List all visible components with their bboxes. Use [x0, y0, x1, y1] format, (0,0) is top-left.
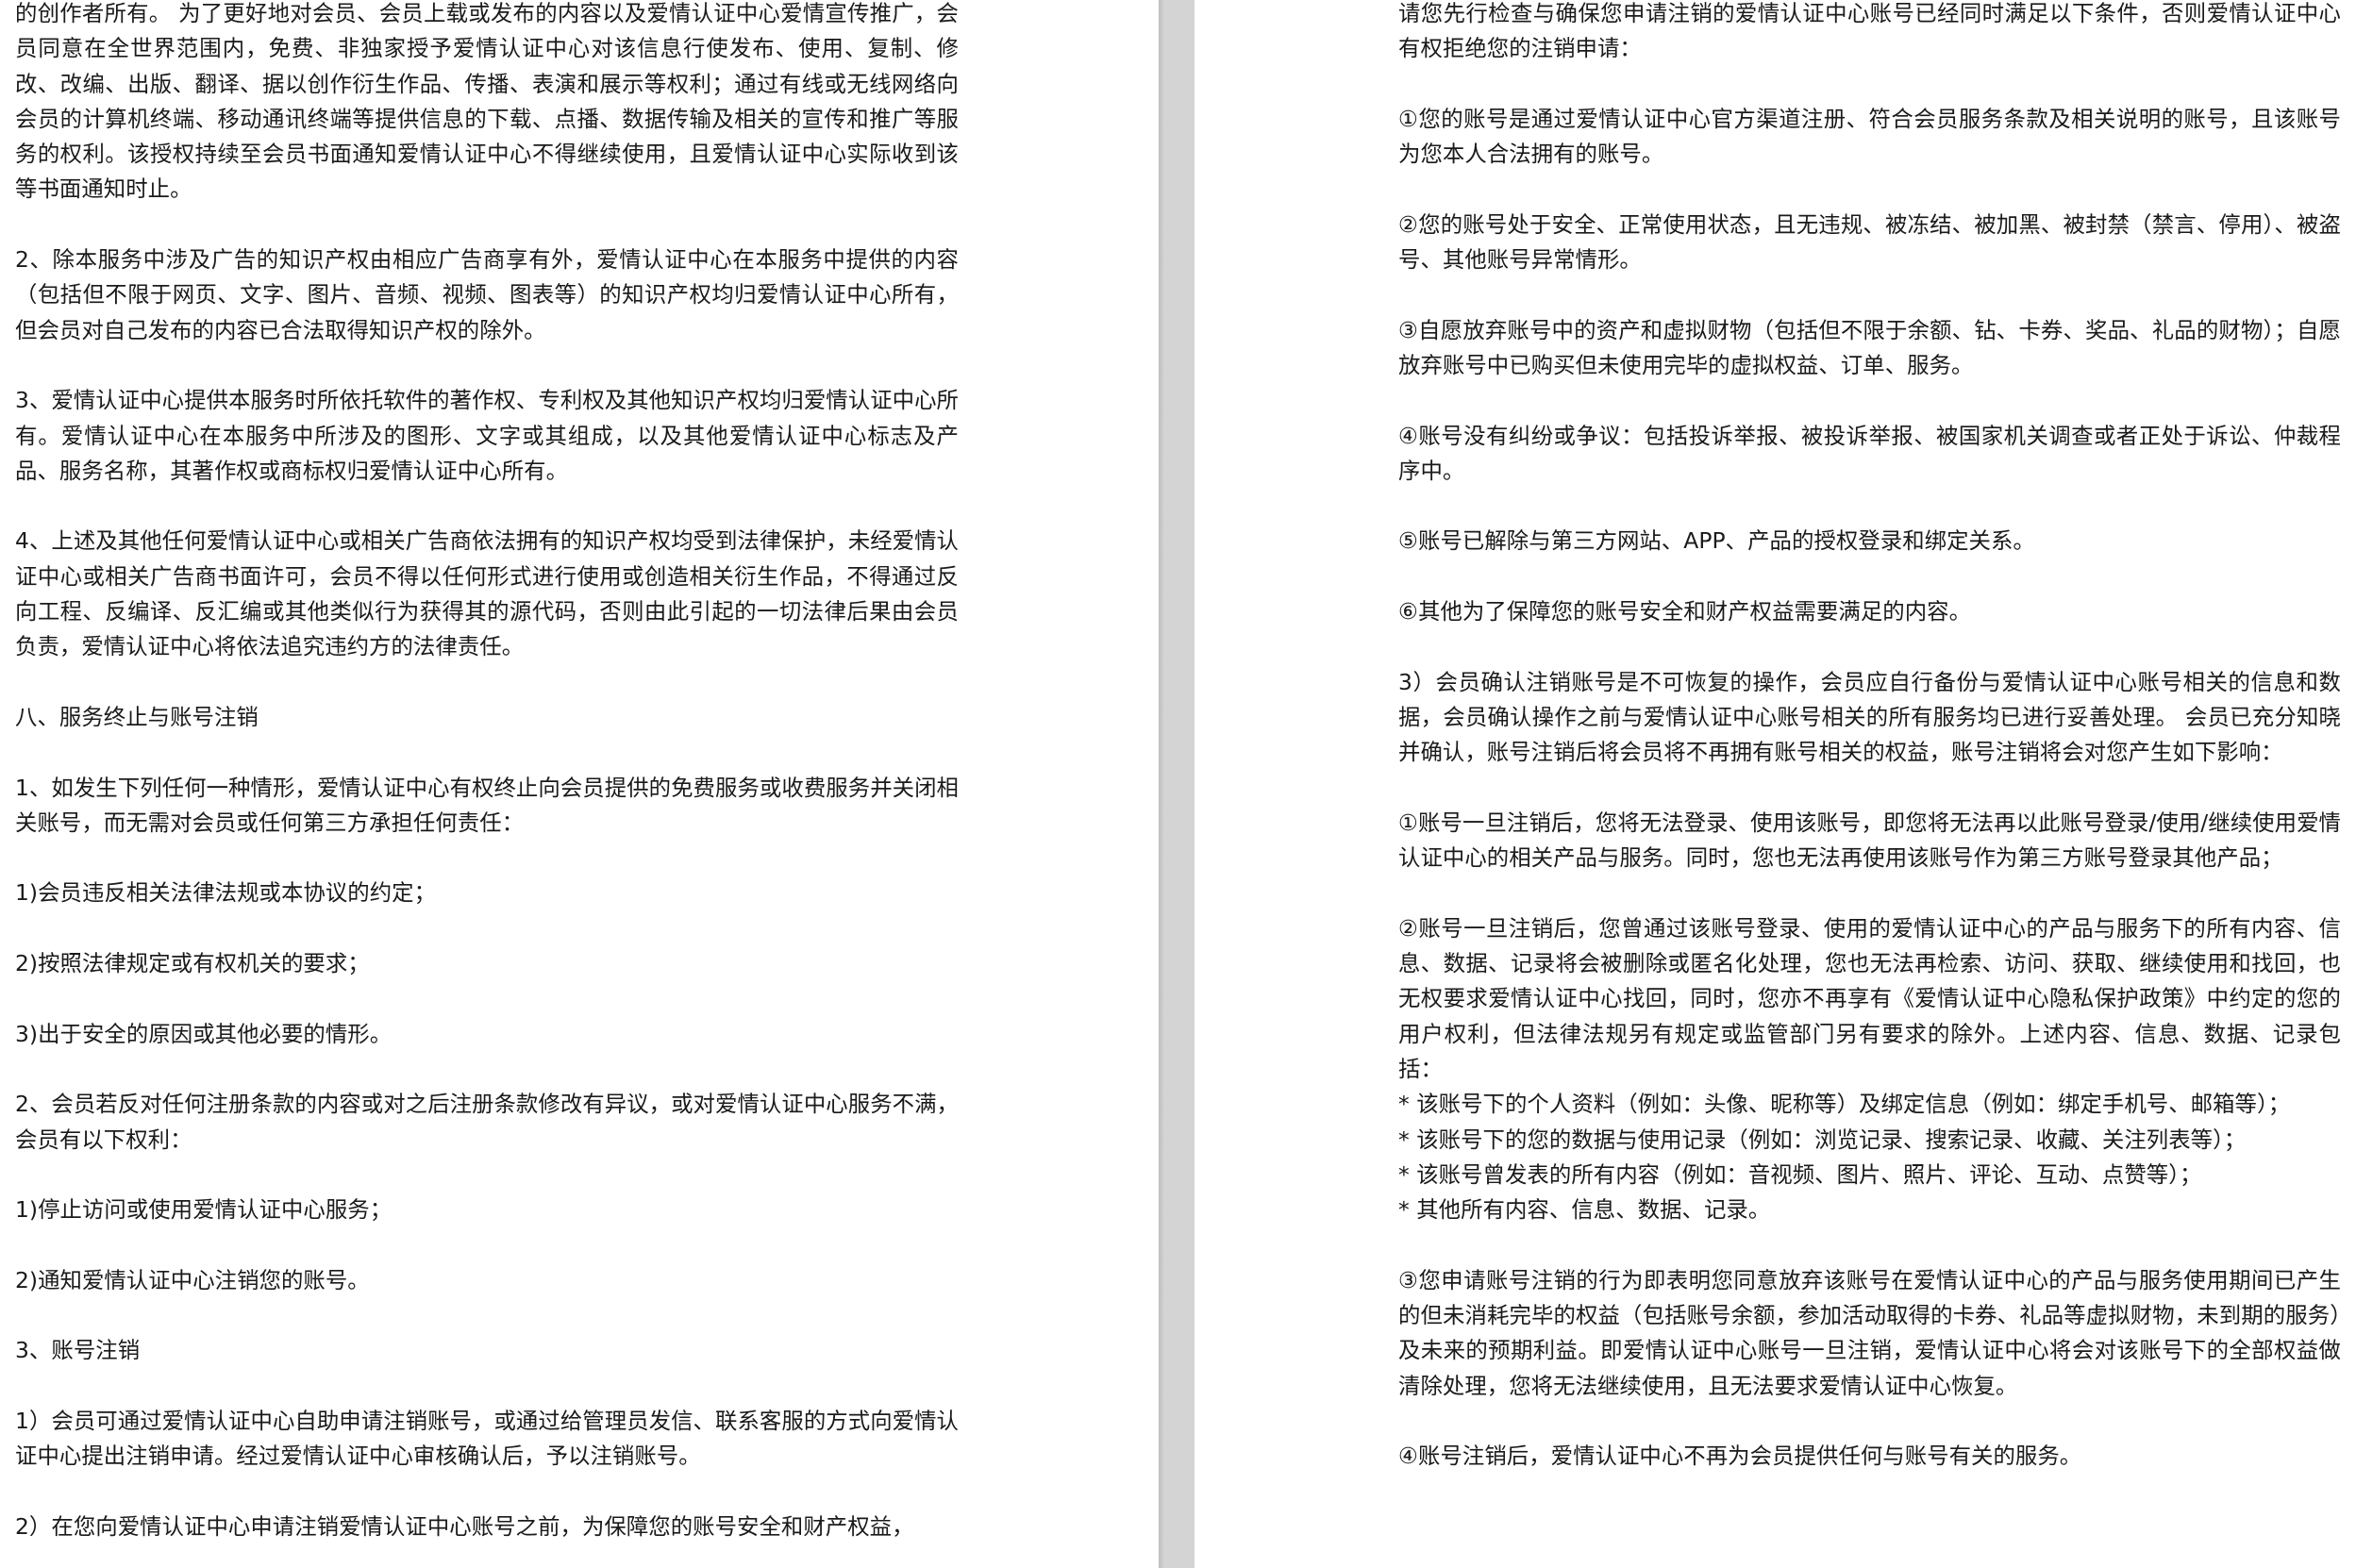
paragraph: 4、上述及其他任何爱情认证中心或相关广告商依法拥有的知识产权均受到法律保护，未经…: [15, 527, 959, 660]
bullet-item: * 该账号下的个人资料（例如：头像、昵称等）及绑定信息（例如：绑定手机号、邮箱等…: [1398, 1091, 2291, 1118]
list-item: 2)按照法律规定或有权机关的要求；: [15, 950, 370, 977]
list-item: 1)停止访问或使用爱情认证中心服务；: [15, 1196, 393, 1224]
paragraph: 请您先行检查与确保您申请注销的爱情认证中心账号已经同时满足以下条件，否则爱情认证…: [1398, 0, 2341, 62]
paragraph: 1）会员可通过爱情认证中心自助申请注销账号，或通过给管理员发信、联系客服的方式向…: [15, 1407, 959, 1470]
paragraph: 3）会员确认注销账号是不可恢复的操作，会员应自行备份与爱情认证中心账号相关的信息…: [1398, 668, 2341, 766]
condition-item: ⑥其他为了保障您的账号安全和财产权益需要满足的内容。: [1398, 598, 1972, 626]
subsection-heading: 3、账号注销: [15, 1337, 141, 1364]
paragraph: 的创作者所有。 为了更好地对会员、会员上载或发布的内容以及爱情认证中心爱情宣传推…: [15, 0, 959, 203]
section-heading: 八、服务终止与账号注销: [15, 703, 259, 730]
condition-item: ②您的账号处于安全、正常使用状态，且无违规、被冻结、被加黑、被封禁（禁言、停用）…: [1398, 210, 2341, 274]
paragraph: 2）在您向爱情认证中心申请注销爱情认证中心账号之前，为保障您的账号安全和财产权益…: [15, 1512, 914, 1540]
page-text-flow: 的创作者所有。 为了更好地对会员、会员上载或发布的内容以及爱情认证中心爱情宣传推…: [15, 0, 959, 1544]
document-viewer: 的创作者所有。 为了更好地对会员、会员上载或发布的内容以及爱情认证中心爱情宣传推…: [0, 0, 2356, 1568]
paragraph: 1、如发生下列任何一种情形，爱情认证中心有权终止向会员提供的免费服务或收费服务并…: [15, 774, 959, 836]
document-page-right: 请您先行检查与确保您申请注销的爱情认证中心账号已经同时满足以下条件，否则爱情认证…: [1195, 0, 2356, 1568]
paragraph: 3、爱情认证中心提供本服务时所依托软件的著作权、专利权及其他知识产权均归爱情认证…: [15, 387, 959, 484]
bullet-item: * 该账号下的您的数据与使用记录（例如：浏览记录、搜索记录、收藏、关注列表等）；: [1398, 1126, 2247, 1153]
page-gutter-shadow: [1159, 0, 1164, 1568]
paragraph: 2、会员若反对任何注册条款的内容或对之后注册条款修改有异议，或对爱情认证中心服务…: [15, 1091, 959, 1153]
list-item: 2)通知爱情认证中心注销您的账号。: [15, 1266, 370, 1293]
effect-item: ②账号一旦注销后，您曾通过该账号登录、使用的爱情认证中心的产品与服务下的所有内容…: [1398, 914, 2341, 1082]
condition-item: ⑤账号已解除与第三方网站、APP、产品的授权登录和绑定关系。: [1398, 527, 2035, 555]
condition-item: ①您的账号是通过爱情认证中心官方渠道注册、符合会员服务条款及相关说明的账号，且该…: [1398, 105, 2341, 168]
condition-item: ④账号没有纠纷或争议：包括投诉举报、被投诉举报、被国家机关调查或者正处于诉讼、仲…: [1398, 422, 2341, 484]
effect-item: ③您申请账号注销的行为即表明您同意放弃该账号在爱情认证中心的产品与服务使用期间已…: [1398, 1266, 2341, 1399]
document-page-left: 的创作者所有。 为了更好地对会员、会员上载或发布的内容以及爱情认证中心爱情宣传推…: [0, 0, 1159, 1568]
list-item: 1)会员违反相关法律法规或本协议的约定；: [15, 879, 437, 907]
paragraph: 2、除本服务中涉及广告的知识产权由相应广告商享有外，爱情认证中心在本服务中提供的…: [15, 246, 959, 343]
list-item: 3)出于安全的原因或其他必要的情形。: [15, 1020, 393, 1047]
effect-item: ④账号注销后，爱情认证中心不再为会员提供任何与账号有关的服务。: [1398, 1443, 2082, 1470]
bullet-item: * 其他所有内容、信息、数据、记录。: [1398, 1196, 1771, 1224]
effect-item: ①账号一旦注销后，您将无法登录、使用该账号，即您将无法再以此账号登录/使用/继续…: [1398, 809, 2341, 872]
page-text-flow: 请您先行检查与确保您申请注销的爱情认证中心账号已经同时满足以下条件，否则爱情认证…: [1398, 0, 2341, 1474]
bullet-item: * 该账号曾发表的所有内容（例如：音视频、图片、照片、评论、互动、点赞等）；: [1398, 1160, 2202, 1188]
condition-item: ③自愿放弃账号中的资产和虚拟财物（包括但不限于余额、钻、卡券、奖品、礼品的财物）…: [1398, 316, 2341, 378]
